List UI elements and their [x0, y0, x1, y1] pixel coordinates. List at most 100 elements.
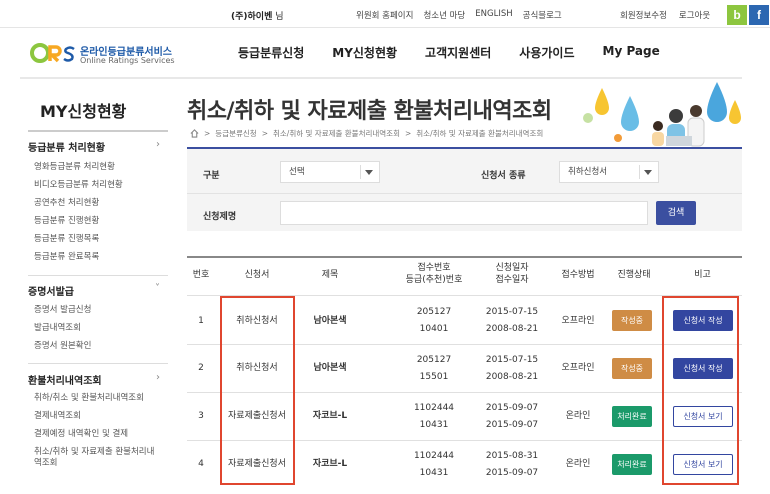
- row-receive-date: 2008-08-21: [485, 324, 539, 334]
- breadcrumb-sep: >: [404, 129, 412, 138]
- sidebar-section-label: 환불처리내역조회: [28, 376, 102, 387]
- sidebar-section-certificate[interactable]: 증명서발급 ˅: [28, 283, 168, 298]
- link-committee-home[interactable]: 위원회 홈페이지: [356, 9, 413, 21]
- sidebar-divider: [28, 275, 168, 276]
- nav-support[interactable]: 고객지원센터: [425, 44, 491, 61]
- row-apply-date: 2015-09-07: [485, 403, 539, 413]
- breadcrumb-sep: >: [204, 129, 211, 138]
- form-type-label: 신청서 종류: [481, 171, 526, 181]
- sidebar-item-video-status[interactable]: 비디오등급분류 처리현황: [34, 180, 123, 191]
- form-type-select[interactable]: 취하신청서: [559, 161, 659, 183]
- row-receive-date: 2015-09-07: [485, 468, 539, 478]
- nav-rating-apply[interactable]: 등급분류신청: [238, 44, 304, 61]
- caret-down-icon: [644, 170, 652, 175]
- row-no: 4: [198, 459, 204, 469]
- sidebar-divider: [28, 363, 168, 364]
- sidebar-section-refund[interactable]: 환불처리내역조회 ›: [28, 372, 168, 387]
- status-badge: 작성중: [612, 310, 652, 331]
- status-badge: 처리완료: [612, 454, 652, 475]
- page-title: 취소/취하 및 자료제출 환불처리내역조회: [187, 99, 552, 124]
- row-title[interactable]: 자코브-L: [300, 410, 360, 423]
- link-blog[interactable]: 공식블로그: [523, 9, 562, 21]
- user-name: (주)하이벤: [231, 12, 273, 22]
- sidebar-item-issue-history[interactable]: 발급내역조회: [34, 323, 81, 334]
- title-search-input[interactable]: [280, 201, 648, 225]
- sidebar-item-progress-status[interactable]: 등급분류 진행현황: [34, 216, 99, 227]
- link-edit-profile[interactable]: 회원정보수정: [620, 9, 667, 21]
- caret-down-icon: [365, 170, 373, 175]
- logged-in-user: (주)하이벤 님: [231, 9, 284, 22]
- nav-mypage[interactable]: My Page: [603, 44, 660, 61]
- row-receipt-no: 1102444: [413, 451, 455, 461]
- column-header-method: 접수방법: [561, 270, 595, 280]
- sidebar-item-performance-status[interactable]: 공연추천 처리현황: [34, 198, 99, 209]
- sidebar-item-original-check[interactable]: 증명서 원본확인: [34, 341, 91, 352]
- sidebar-item-payment-due[interactable]: 결제예정 내역확인 및 결제: [34, 429, 128, 440]
- row-no: 2: [198, 363, 204, 373]
- column-header-note: 비고: [694, 270, 711, 280]
- chevron-right-icon: ›: [156, 372, 160, 383]
- home-icon[interactable]: [190, 129, 199, 138]
- sidebar-item-progress-list[interactable]: 등급분류 진행목록: [34, 234, 99, 245]
- row-receipt-no: 205127: [416, 355, 452, 365]
- row-rating-no: 10431: [419, 420, 449, 430]
- search-button[interactable]: 검색: [656, 201, 696, 225]
- breadcrumb: > 등급분류신청 > 취소/취하 및 자료제출 환불처리내역조회 > 취소/취하…: [190, 128, 543, 139]
- logo-mark: [30, 41, 76, 71]
- row-receive-date: 2015-09-07: [485, 420, 539, 430]
- nav-my-status[interactable]: MY신청현황: [332, 44, 397, 61]
- chevron-right-icon: ›: [156, 139, 160, 150]
- select-divider: [360, 165, 361, 179]
- row-no: 1: [198, 316, 204, 326]
- row-title[interactable]: 남아본색: [300, 315, 360, 328]
- row-title[interactable]: 자코브-L: [300, 458, 360, 471]
- link-youth[interactable]: 청소년 마당: [423, 9, 465, 21]
- row-method: 온라인: [565, 411, 591, 421]
- note-column-highlight: [662, 296, 739, 485]
- sidebar-item-complete-list[interactable]: 등급분류 완료목록: [34, 252, 99, 263]
- column-header-form: 신청서: [244, 270, 270, 280]
- row-rating-no: 15501: [419, 372, 449, 382]
- sidebar-item-refund-history[interactable]: 취소/취하 및 자료제출 환불처리내역조회: [34, 447, 162, 469]
- status-badge: 작성중: [612, 358, 652, 379]
- chevron-down-icon: ˅: [155, 283, 160, 294]
- header-illustration: [583, 82, 741, 147]
- breadcrumb-item[interactable]: 취소/취하 및 자료제출 환불처리내역조회: [273, 128, 400, 139]
- breadcrumb-item[interactable]: 취소/취하 및 자료제출 환불처리내역조회: [416, 128, 543, 139]
- table-top-border: [187, 256, 742, 258]
- sidebar-item-cancel-refund[interactable]: 취하/취소 및 환불처리내역조회: [34, 393, 144, 404]
- sidebar-item-certificate-apply[interactable]: 증명서 발급신청: [34, 305, 91, 316]
- row-receipt-no: 205127: [416, 307, 452, 317]
- main-nav: 등급분류신청 MY신청현황 고객지원센터 사용가이드 My Page: [238, 44, 688, 61]
- sidebar-item-movie-status[interactable]: 영화등급분류 처리현황: [34, 162, 115, 173]
- sidebar-section-label: 증명서발급: [28, 287, 74, 298]
- select-divider: [639, 165, 640, 179]
- column-header-status: 진행상태: [617, 270, 651, 280]
- sidebar-item-payment-history[interactable]: 결제내역조회: [34, 411, 81, 422]
- category-select[interactable]: 선택: [280, 161, 380, 183]
- row-title[interactable]: 남아본색: [300, 362, 360, 375]
- link-logout[interactable]: 로그아웃: [679, 9, 710, 21]
- nav-guide[interactable]: 사용가이드: [519, 44, 574, 61]
- title-search-label: 신청제명: [203, 212, 237, 222]
- logo-english: Online Ratings Services: [80, 56, 175, 65]
- link-english[interactable]: ENGLISH: [475, 9, 512, 21]
- column-header-no: 번호: [192, 270, 210, 280]
- category-select-value: 선택: [289, 167, 305, 177]
- status-badge: 처리완료: [612, 406, 652, 427]
- row-rating-no: 10431: [419, 468, 449, 478]
- facebook-icon[interactable]: f: [749, 5, 769, 25]
- row-apply-date: 2015-07-15: [485, 307, 539, 317]
- column-header-receipt: 접수번호 등급(추천)번호: [405, 263, 463, 285]
- account-links: 회원정보수정 로그아웃: [620, 9, 710, 21]
- row-receipt-no: 1102444: [413, 403, 455, 413]
- sidebar-section-rating-status[interactable]: 등급분류 처리현황 ›: [28, 139, 168, 154]
- blog-icon[interactable]: b: [727, 5, 747, 25]
- breadcrumb-item[interactable]: 등급분류신청: [215, 128, 256, 139]
- site-logo[interactable]: 온라인등급분류서비스 Online Ratings Services: [30, 40, 180, 68]
- row-method: 온라인: [565, 459, 591, 469]
- column-header-title: 제목: [321, 270, 339, 280]
- category-label: 구분: [203, 171, 220, 181]
- row-method: 오프라인: [561, 316, 595, 326]
- row-method: 오프라인: [561, 363, 595, 373]
